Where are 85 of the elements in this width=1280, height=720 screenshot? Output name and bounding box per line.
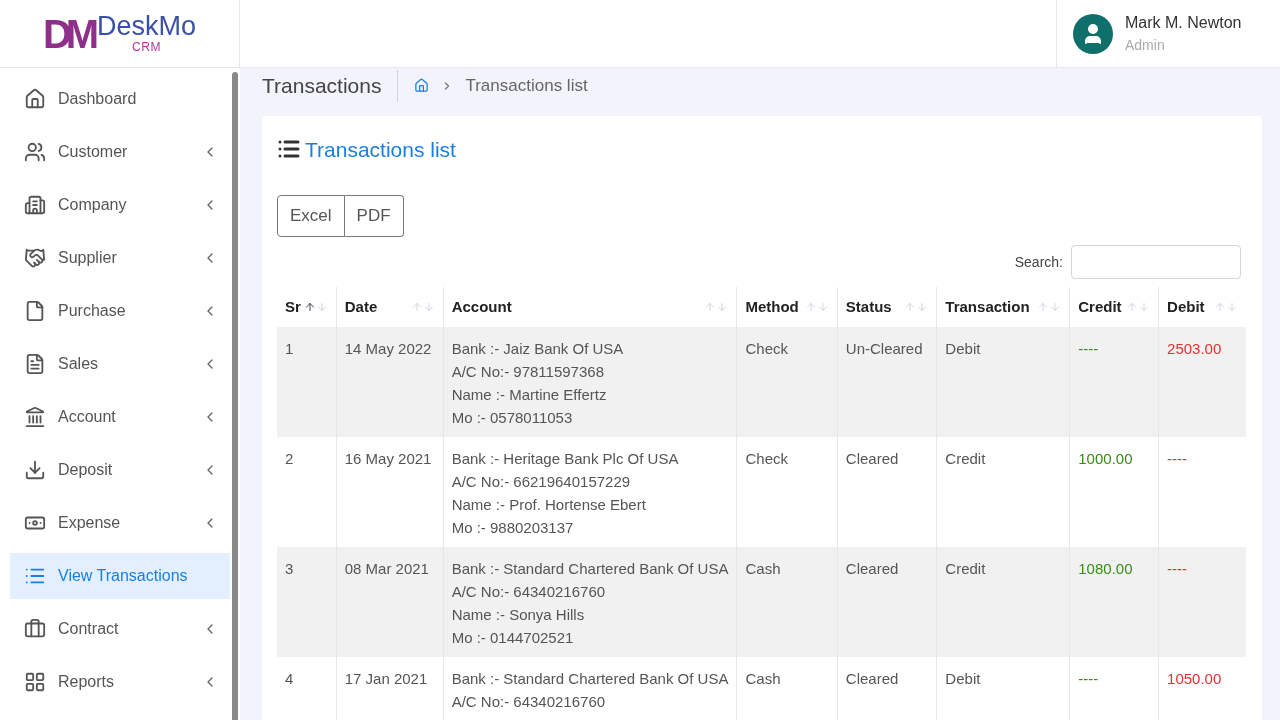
table-cell: 17 Jan 2021	[336, 657, 444, 720]
document-icon	[24, 353, 46, 375]
sidebar-item[interactable]: View Transactions	[10, 553, 230, 599]
table-cell: Check	[736, 437, 838, 547]
sidebar-item[interactable]: Purchase	[10, 288, 230, 334]
file-icon	[24, 300, 46, 322]
sort-icon[interactable]	[1037, 301, 1062, 313]
column-header[interactable]: Debit	[1167, 295, 1205, 319]
table-cell: 4	[277, 657, 337, 720]
table-cell: 3	[277, 547, 337, 657]
table-cell: 2	[277, 437, 337, 547]
sort-icon[interactable]	[303, 301, 328, 313]
table-cell: ----	[1158, 437, 1246, 547]
sidebar-item[interactable]: Account	[10, 394, 230, 440]
search-label: Search:	[1014, 252, 1063, 272]
download-icon	[24, 459, 46, 481]
handshake-icon	[24, 247, 46, 269]
sidebar-item[interactable]: Deposit	[10, 447, 230, 493]
table-cell: ----	[1069, 327, 1159, 437]
table-cell: Un-Cleared	[837, 327, 937, 437]
sort-icon[interactable]	[704, 301, 729, 313]
page-title: Transactions	[262, 70, 399, 102]
table-cell: Cleared	[837, 657, 937, 720]
sidebar-item[interactable]: Expense	[10, 500, 230, 546]
sidebar-item[interactable]: Reports	[10, 659, 230, 705]
search-field[interactable]	[1071, 245, 1241, 279]
table-cell: 1080.00	[1069, 547, 1159, 657]
building-icon	[24, 194, 46, 216]
logo-monogram: DM	[42, 13, 94, 54]
sidebar-item[interactable]: Supplier	[10, 235, 230, 281]
table-cell: Bank :- Standard Chartered Bank Of USA A/C No:- 64340216760 Name :- Sonya Hills Mo :- 0144702521	[443, 547, 737, 657]
table-cell: Cash	[736, 547, 838, 657]
sort-icon[interactable]	[1214, 301, 1238, 313]
table-cell: Bank :- Heritage Bank Plc Of USA A/C No:- 66219640157229 Name :- Prof. Hortense Ebert Mo :- 9880203137	[443, 437, 737, 547]
column-header[interactable]: Credit	[1078, 295, 1122, 319]
sidebar-item[interactable]: Company	[10, 182, 230, 228]
grid-icon	[24, 671, 46, 693]
table-cell: Debit	[936, 657, 1070, 720]
sort-icon[interactable]	[410, 301, 435, 313]
users-icon	[24, 141, 46, 163]
table-cell: Cleared	[837, 437, 937, 547]
column-header[interactable]: Sr	[285, 295, 301, 319]
table-cell: Credit	[936, 547, 1070, 657]
table-cell: Cash	[736, 657, 838, 720]
table-cell: 1	[277, 327, 337, 437]
scrollbar[interactable]	[232, 72, 238, 720]
table-cell: 08 Mar 2021	[336, 547, 444, 657]
sidebar-item[interactable]: Contract	[10, 606, 230, 652]
column-header[interactable]: Date	[344, 295, 378, 319]
table-cell: Bank :- Standard Chartered Bank Of USA A/C No:- 64340216760	[443, 657, 737, 720]
sort-icon[interactable]	[804, 301, 829, 313]
export-button[interactable]: PDF	[344, 195, 404, 237]
table-cell: 14 May 2022	[336, 327, 444, 437]
breadcrumb-item[interactable]: Transactions list	[465, 73, 588, 99]
column-header[interactable]: Transaction	[945, 295, 1030, 319]
bank-icon	[24, 406, 46, 428]
brand-subtitle: CRM	[132, 39, 162, 55]
table-cell: Check	[736, 327, 838, 437]
table-cell: Cleared	[837, 547, 937, 657]
card-title: Transactions list	[305, 136, 456, 163]
sort-icon[interactable]	[904, 301, 929, 313]
sort-icon[interactable]	[1126, 301, 1151, 313]
column-header[interactable]: Method	[745, 295, 799, 319]
sidebar-item[interactable]: Customer	[10, 129, 230, 175]
sidebar-item[interactable]: Sales	[10, 341, 230, 387]
column-header[interactable]: Status	[845, 295, 892, 319]
table-cell: ----	[1158, 547, 1246, 657]
table-cell: Credit	[936, 437, 1070, 547]
table-cell: 1000.00	[1069, 437, 1159, 547]
column-header[interactable]: Account	[451, 295, 512, 319]
user-name: Mark M. Newton	[1125, 13, 1242, 33]
table-cell: Bank :- Jaiz Bank Of USA A/C No:- 97811597368 Name :- Martine Effertz Mo :- 0578011053	[443, 327, 737, 437]
export-button[interactable]: Excel	[277, 195, 345, 237]
table-cell: ----	[1069, 657, 1159, 720]
house-icon	[24, 88, 46, 110]
home-icon[interactable]	[414, 78, 430, 94]
table-cell: 1050.00	[1158, 657, 1246, 720]
briefcase-icon	[24, 618, 46, 640]
brand-name: DeskMo	[97, 12, 197, 40]
avatar[interactable]	[1073, 13, 1113, 54]
table-cell: 2503.00	[1158, 327, 1246, 437]
sidebar-item[interactable]: Dashboard	[10, 76, 230, 122]
user-role: Admin	[1125, 36, 1166, 55]
table-cell: 16 May 2021	[336, 437, 444, 547]
table-cell: Debit	[936, 327, 1070, 437]
